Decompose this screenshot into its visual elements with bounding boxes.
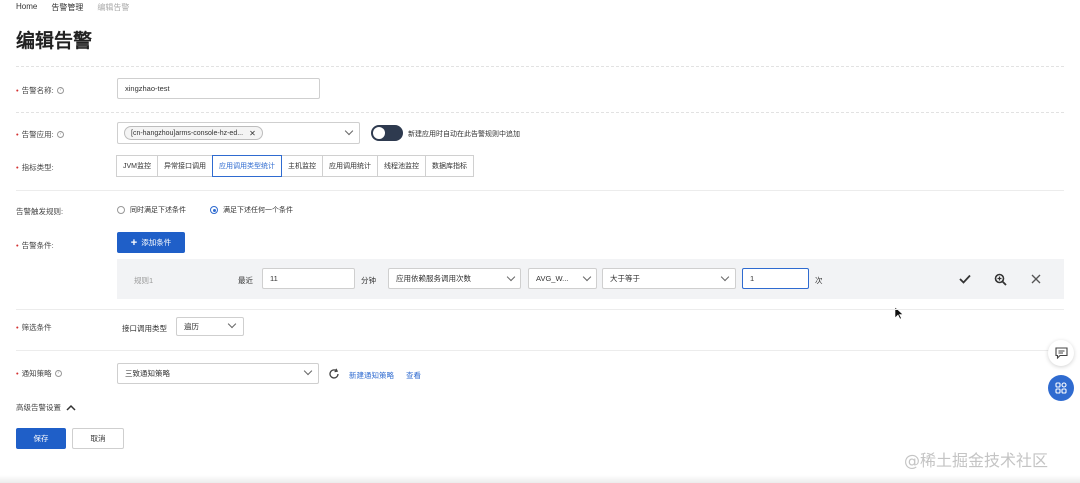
radio-circle bbox=[117, 206, 125, 214]
auto-append-text: 新建应用时自动在此告警规则中追加 bbox=[408, 131, 520, 138]
page-title: 编辑告警 bbox=[16, 31, 93, 52]
notify-strategy-select[interactable]: 三致通知策略 bbox=[117, 363, 319, 384]
operator-select[interactable]: 大于等于 bbox=[602, 268, 736, 289]
radio-any-condition[interactable]: 满足下述任何一个条件 bbox=[210, 205, 293, 215]
chevron-up-icon bbox=[66, 404, 76, 411]
alert-app-label: • 告警应用: ? bbox=[16, 129, 64, 140]
radio-circle-selected bbox=[210, 206, 218, 214]
zoom-icon[interactable] bbox=[993, 272, 1007, 286]
minutes-input[interactable]: 11 bbox=[262, 268, 355, 289]
help-icon[interactable]: ? bbox=[56, 87, 64, 94]
save-button[interactable]: 保存 bbox=[16, 428, 66, 449]
metric-type-label: • 指标类型: bbox=[16, 163, 54, 172]
filter-label: • 筛选条件 bbox=[16, 323, 52, 332]
tab-database[interactable]: 数据库指标 bbox=[425, 155, 474, 177]
radio-all-conditions[interactable]: 同时满足下述条件 bbox=[117, 205, 186, 215]
alert-name-input[interactable]: xingzhao-test bbox=[117, 78, 320, 99]
help-icon[interactable]: ? bbox=[54, 370, 62, 377]
bottom-shadow bbox=[0, 475, 1080, 483]
rule-name: 规则1 bbox=[134, 276, 154, 285]
tab-jvm[interactable]: JVM监控 bbox=[116, 155, 158, 177]
tab-app-call-stats[interactable]: 应用调用统计 bbox=[322, 155, 378, 177]
tab-exception-interface[interactable]: 异常接口调用 bbox=[157, 155, 213, 177]
trigger-rule-label: 告警触发规则: bbox=[16, 207, 64, 216]
add-condition-button[interactable]: + 添加条件 bbox=[117, 232, 185, 253]
tab-app-call-type[interactable]: 应用调用类型统计 bbox=[212, 155, 282, 177]
feedback-button[interactable] bbox=[1048, 340, 1074, 366]
breadcrumb: Home 告警管理 编辑告警 bbox=[16, 2, 129, 13]
close-icon[interactable]: ✕ bbox=[249, 129, 256, 138]
notify-label: • 通知策略 ? bbox=[16, 368, 62, 379]
apps-button[interactable] bbox=[1048, 375, 1074, 401]
metric-type-tabs: JVM监控 异常接口调用 应用调用类型统计 主机监控 应用调用统计 线程池监控 … bbox=[116, 155, 474, 177]
toggle-knob bbox=[373, 127, 385, 139]
auto-append-toggle[interactable] bbox=[371, 125, 403, 141]
plus-icon: + bbox=[130, 236, 138, 249]
watermark: @稀土掘金技术社区 bbox=[904, 451, 1049, 470]
refresh-icon[interactable] bbox=[327, 367, 341, 381]
view-link[interactable]: 查看 bbox=[406, 370, 421, 381]
alert-name-label: • 告警名称: ? bbox=[16, 85, 64, 96]
new-notify-strategy-link[interactable]: 新建通知策略 bbox=[349, 370, 394, 381]
minutes-unit: 分钟 bbox=[361, 276, 376, 285]
divider bbox=[16, 190, 1064, 191]
tab-host[interactable]: 主机监控 bbox=[281, 155, 323, 177]
interface-type-label: 接口调用类型 bbox=[122, 324, 167, 333]
recent-label: 最近 bbox=[238, 276, 253, 285]
check-icon[interactable] bbox=[958, 272, 972, 286]
breadcrumb-home[interactable]: Home bbox=[16, 2, 37, 13]
apps-grid-icon bbox=[1055, 382, 1067, 394]
alert-condition-label: • 告警条件: bbox=[16, 241, 54, 250]
threshold-input[interactable]: 1 bbox=[742, 268, 809, 289]
metric-select[interactable]: 应用依赖服务调用次数 bbox=[388, 268, 521, 289]
breadcrumb-current: 编辑告警 bbox=[97, 3, 130, 12]
divider bbox=[16, 66, 1064, 67]
divider bbox=[16, 112, 1064, 113]
divider bbox=[16, 309, 1064, 310]
help-icon[interactable]: ? bbox=[56, 131, 64, 138]
tab-thread-pool[interactable]: 线程池监控 bbox=[377, 155, 426, 177]
divider bbox=[16, 350, 1064, 351]
interface-type-select[interactable]: 遍历 bbox=[176, 317, 244, 336]
close-icon[interactable] bbox=[1029, 272, 1043, 286]
threshold-unit: 次 bbox=[815, 276, 823, 285]
chat-icon bbox=[1054, 347, 1068, 359]
advanced-settings-toggle[interactable]: 高级告警设置 bbox=[16, 402, 76, 413]
cancel-button[interactable]: 取消 bbox=[72, 428, 124, 449]
app-tag: [cn-hangzhou]arms-console-hz-ed... ✕ bbox=[124, 126, 263, 140]
breadcrumb-alert-management[interactable]: 告警管理 bbox=[51, 2, 83, 13]
